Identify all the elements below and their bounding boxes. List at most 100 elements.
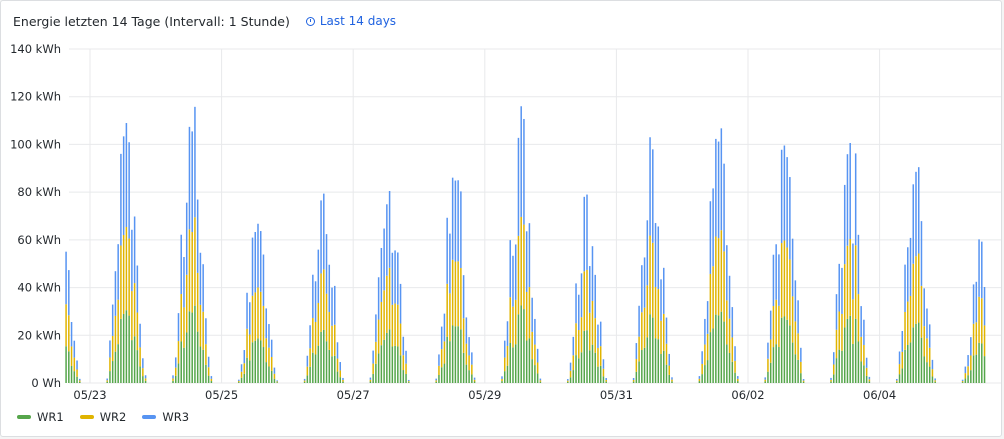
bar-segment-wr2	[599, 346, 602, 366]
bar-segment-wr3	[800, 347, 802, 362]
bar-segment-wr2	[451, 259, 454, 326]
bar-segment-wr1	[199, 346, 202, 383]
bar-segment-wr1	[830, 381, 832, 383]
bar-segment-wr3	[251, 237, 254, 296]
bar-segment-wr1	[402, 370, 405, 383]
bar-segment-wr1	[580, 352, 583, 383]
bar-segment-wr2	[402, 355, 405, 371]
bar-segment-wr2	[517, 235, 520, 315]
bar-segment-wr1	[835, 358, 838, 383]
bar-segment-wr3	[133, 216, 136, 284]
bar-segment-wr1	[257, 338, 259, 383]
bar-segment-wr3	[383, 228, 385, 291]
bar-segment-wr2	[509, 297, 511, 343]
bar-segment-wr2	[794, 321, 797, 355]
bar-segment-wr2	[907, 301, 909, 345]
bar-segment-wr2	[270, 357, 273, 371]
bar-segment-wr1	[312, 352, 314, 383]
bar-segment-wr2	[783, 240, 786, 317]
bar-segment-wr2	[638, 336, 640, 362]
bar-segment-wr2	[183, 307, 185, 348]
bar-segment-wr1	[794, 354, 797, 383]
bar-segment-wr2	[843, 264, 846, 328]
bar-segment-wr3	[446, 217, 448, 284]
bar-segment-wr2	[569, 370, 572, 378]
bar-segment-wr2	[207, 367, 210, 376]
bar-segment-wr2	[394, 303, 396, 346]
bar-segment-wr2	[210, 378, 213, 382]
bar-segment-wr3	[896, 378, 898, 381]
bar-segment-wr2	[194, 217, 196, 306]
bar-segment-wr3	[262, 254, 265, 306]
bar-segment-wr2	[671, 379, 673, 382]
bar-segment-wr2	[369, 379, 372, 382]
bar-segment-wr2	[174, 367, 177, 376]
bar-segment-wr1	[473, 381, 476, 383]
bar-segment-wr3	[128, 142, 130, 239]
bar-segment-wr1	[802, 381, 805, 383]
bar-segment-wr2	[120, 245, 122, 319]
bar-segment-wr3	[312, 274, 314, 319]
bar-segment-wr3	[961, 379, 964, 382]
bar-segment-wr1	[394, 345, 396, 383]
bar-segment-wr3	[120, 153, 122, 246]
bar-segment-wr3	[901, 331, 904, 352]
bar-segment-wr1	[970, 370, 972, 383]
bar-segment-wr2	[583, 271, 586, 331]
bar-segment-wr1	[536, 373, 539, 383]
bar-segment-wr3	[652, 149, 654, 243]
chart-legend: WR1 WR2 WR3	[17, 410, 189, 424]
bar-segment-wr2	[133, 283, 136, 337]
bar-segment-wr2	[830, 379, 832, 382]
bar-segment-wr2	[780, 243, 783, 318]
legend-item-wr3[interactable]: WR3	[142, 410, 189, 424]
bar-segment-wr1	[698, 381, 701, 383]
bar-segment-wr2	[668, 365, 670, 375]
bar-segment-wr2	[652, 242, 654, 318]
bar-segment-wr2	[273, 373, 276, 379]
bar-segment-wr3	[449, 233, 451, 294]
bar-segment-wr3	[912, 184, 915, 264]
bar-segment-wr3	[797, 300, 799, 334]
bar-segment-wr2	[246, 328, 248, 358]
legend-label-wr1: WR1	[37, 410, 64, 424]
bar-segment-wr3	[641, 265, 643, 313]
bar-segment-wr1	[240, 377, 243, 383]
bar-segment-wr2	[240, 371, 243, 378]
bar-segment-wr2	[262, 305, 265, 348]
x-axis-ticks: 05/23 05/25 05/27 05/29 05/31 06/02 06/04	[73, 388, 896, 402]
bar-segment-wr1	[174, 375, 177, 383]
bar-segment-wr2	[580, 317, 583, 353]
bar-segment-wr2	[657, 289, 660, 340]
bar-segment-wr1	[528, 338, 531, 383]
bar-segment-wr1	[142, 376, 144, 383]
bar-segment-wr2	[317, 302, 320, 346]
bar-segment-wr2	[386, 275, 388, 333]
bar-segment-wr1	[114, 351, 117, 383]
bar-segment-wr1	[391, 346, 394, 383]
bar-segment-wr1	[838, 349, 840, 383]
y-tick-label: 140 kWh	[10, 42, 61, 56]
bar-segment-wr2	[961, 381, 964, 383]
bar-segment-wr1	[243, 373, 246, 383]
bar-segment-wr2	[268, 347, 270, 367]
bar-segment-wr3	[586, 194, 588, 270]
bar-segment-wr1	[734, 372, 736, 383]
bar-segment-wr1	[262, 347, 265, 383]
bar-segment-wr3	[457, 180, 459, 262]
bar-segment-wr1	[569, 377, 572, 383]
bar-segment-wr1	[646, 337, 649, 383]
legend-item-wr1[interactable]: WR1	[17, 410, 64, 424]
bar-segment-wr1	[800, 373, 802, 383]
bar-segment-wr2	[970, 355, 972, 371]
legend-item-wr2[interactable]: WR2	[79, 410, 126, 424]
bar-segment-wr2	[73, 357, 76, 372]
bar-segment-wr3	[786, 157, 788, 248]
bar-segment-wr2	[698, 378, 701, 382]
bar-segment-wr2	[778, 305, 780, 347]
bar-segment-wr1	[983, 356, 986, 383]
bar-segment-wr2	[323, 269, 325, 330]
y-axis-ticks: 0 Wh 20 kWh 40 kWh 60 kWh 80 kWh 100 kWh 120 k…	[10, 42, 61, 390]
bar-segment-wr3	[191, 131, 193, 233]
y-tick-label: 0 Wh	[31, 376, 61, 390]
